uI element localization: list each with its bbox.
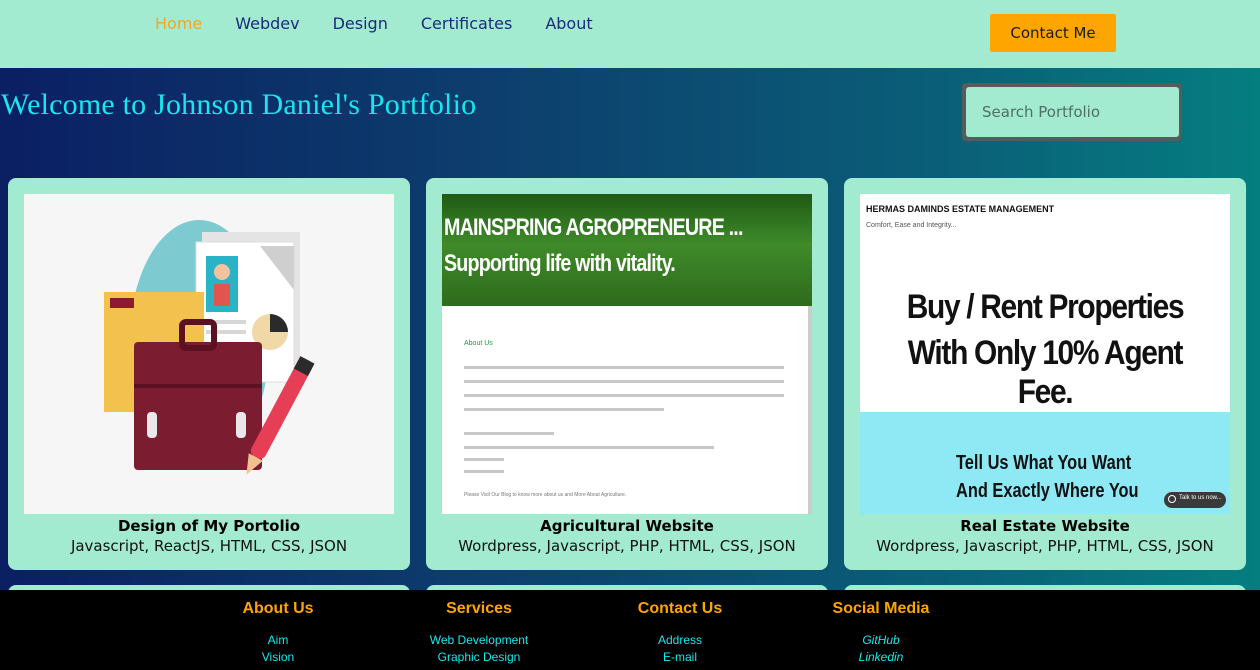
estate-banner: Tell Us What You Want And Exactly Where … (860, 412, 1230, 514)
footer-social: Social Media GitHub Linkedin (816, 600, 946, 666)
contact-me-button[interactable]: Contact Me (990, 14, 1116, 52)
estate-sub-2: And Exactly Where You (956, 480, 1139, 502)
portfolio-card-agricultural[interactable]: MAINSPRING AGROPRENEURE ... Supporting l… (426, 178, 828, 570)
estate-headline-2: With Only 10% Agent Fee. (907, 334, 1184, 411)
estate-brand: HERMAS DAMINDS ESTATE MANAGEMENT (866, 204, 1055, 214)
card-thumbnail: HERMAS DAMINDS ESTATE MANAGEMENT Comfort… (860, 194, 1230, 514)
nav-link-about[interactable]: About (545, 14, 592, 34)
agro-banner-line2: Supporting life with vitality. (444, 250, 676, 277)
search-input[interactable] (966, 87, 1179, 137)
agro-banner-line1: MAINSPRING AGROPRENEURE ... (444, 214, 743, 241)
footer-about: About Us Aim Vision (228, 600, 328, 666)
chat-bubble: Talk to us now... (1164, 492, 1226, 508)
footer-link-graphic-design[interactable]: Graphic Design (414, 649, 544, 666)
main-nav: Home Webdev Design Certificates About (155, 14, 626, 34)
footer-link-vision[interactable]: Vision (228, 649, 328, 666)
footer-link-linkedin[interactable]: Linkedin (816, 649, 946, 666)
portfolio-illustration (104, 220, 315, 475)
footer-link-web-development[interactable]: Web Development (414, 632, 544, 649)
footer-services-heading: Services (446, 600, 512, 617)
portfolio-card-real-estate[interactable]: HERMAS DAMINDS ESTATE MANAGEMENT Comfort… (844, 178, 1246, 570)
search-box (962, 83, 1182, 141)
chat-label: Talk to us now... (1179, 495, 1222, 501)
page-title: Welcome to Johnson Daniel's Portfolio (1, 88, 477, 121)
card-tags: Javascript, ReactJS, HTML, CSS, JSON (70, 537, 348, 555)
site-footer: About Us Aim Vision Services Web Develop… (0, 590, 1260, 670)
portfolio-card-design[interactable]: Design of My Portolio Javascript, ReactJ… (8, 178, 410, 570)
footer-link-email[interactable]: E-mail (620, 649, 740, 666)
footer-contact: Contact Us Address E-mail (620, 600, 740, 666)
chat-icon (1168, 495, 1176, 503)
agro-banner: MAINSPRING AGROPRENEURE ... Supporting l… (442, 194, 812, 306)
card-title: Design of My Portolio (117, 517, 301, 535)
nav-link-design[interactable]: Design (333, 14, 388, 34)
nav-link-certificates[interactable]: Certificates (421, 14, 512, 34)
nav-link-home[interactable]: Home (155, 14, 202, 34)
card-thumbnail: MAINSPRING AGROPRENEURE ... Supporting l… (442, 194, 812, 514)
agro-about-link: About Us (464, 340, 493, 347)
footer-about-heading: About Us (242, 600, 314, 617)
nav-link-webdev[interactable]: Webdev (235, 14, 299, 34)
card-thumbnail (24, 194, 394, 514)
footer-link-address[interactable]: Address (620, 632, 740, 649)
card-title: Agricultural Website (540, 517, 714, 535)
top-navbar: Home Webdev Design Certificates About Co… (0, 0, 1260, 68)
agro-content: About Us Please Visit Our Blog to know m… (442, 306, 812, 514)
agro-blog-text: Please Visit Our Blog to know more about… (464, 492, 627, 498)
footer-link-aim[interactable]: Aim (228, 632, 328, 649)
card-title: Real Estate Website (960, 517, 1130, 535)
footer-services: Services Web Development Graphic Design (414, 600, 544, 666)
footer-social-heading: Social Media (832, 600, 930, 617)
estate-tagline: Comfort, Ease and Integrity... (866, 222, 957, 229)
card-tags: Wordpress, Javascript, PHP, HTML, CSS, J… (458, 537, 796, 555)
footer-contact-heading: Contact Us (637, 600, 723, 617)
footer-link-github[interactable]: GitHub (816, 632, 946, 649)
card-tags: Wordpress, Javascript, PHP, HTML, CSS, J… (876, 537, 1214, 555)
estate-headline-1: Buy / Rent Properties (906, 288, 1185, 326)
estate-sub-1: Tell Us What You Want (956, 452, 1132, 474)
